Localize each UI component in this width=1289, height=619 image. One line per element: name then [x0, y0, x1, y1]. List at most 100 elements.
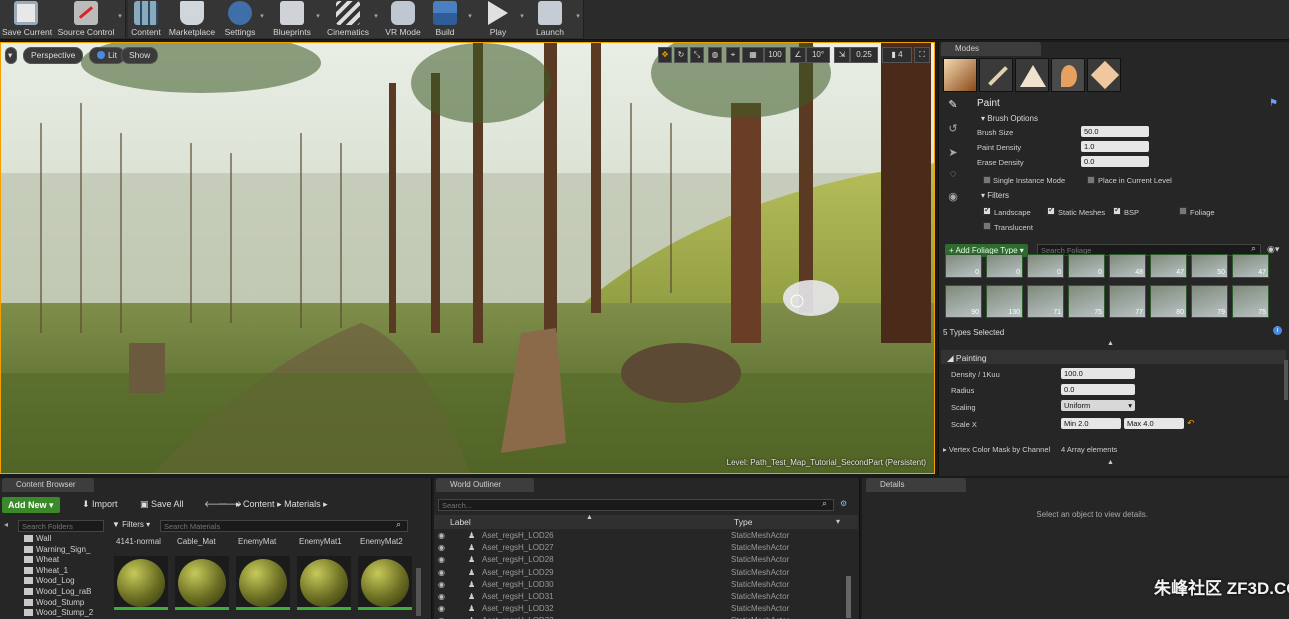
paint-pin-icon[interactable]: ⚑ [1269, 98, 1281, 110]
breadcrumb-materials[interactable]: Materials [284, 499, 321, 509]
scale-x-min-field[interactable]: Min 2.0 [1061, 418, 1121, 429]
foliage-type-thumbnail[interactable]: 75 [1068, 285, 1105, 318]
painting-section[interactable]: ◢ Painting [941, 350, 1286, 364]
single-instance-checkbox[interactable] [983, 176, 991, 184]
chevron-down-icon[interactable]: ▾ [836, 517, 840, 526]
info-icon[interactable]: i [1273, 326, 1282, 335]
foliage-type-thumbnail[interactable]: 0 [1068, 254, 1105, 278]
settings-dropdown-icon[interactable]: ▾ [258, 12, 266, 22]
foliage-type-thumbnail[interactable]: 0 [945, 254, 982, 278]
scale-snap-value[interactable]: 0.25 [850, 47, 878, 63]
settings-button[interactable]: Settings [222, 0, 258, 38]
cinematics-button[interactable]: Cinematics [324, 0, 372, 38]
translate-tool-icon[interactable]: ✥ [658, 47, 672, 63]
column-label[interactable]: Label [450, 517, 471, 527]
visibility-eye-icon[interactable]: ◉ [438, 615, 445, 619]
build-button[interactable]: Build [428, 0, 462, 38]
table-row[interactable]: ◉ ♟ Aset_regsH_LOD29 StaticMeshActor [434, 567, 844, 579]
save-current-button[interactable]: Save Current [2, 0, 52, 38]
collapse-up-icon[interactable]: ▲ [1107, 340, 1114, 347]
table-row[interactable]: ◉ ♟ Aset_regsH_LOD28 StaticMeshActor [434, 554, 844, 566]
world-local-icon[interactable]: ◍ [708, 47, 722, 63]
translucent-checkbox[interactable] [983, 222, 991, 230]
foliage-type-thumbnail[interactable]: 48 [1109, 254, 1146, 278]
launch-dropdown-icon[interactable]: ▾ [574, 12, 582, 22]
tab-content-browser[interactable]: Content Browser [2, 478, 94, 492]
visibility-eye-icon[interactable]: ◉ [438, 579, 445, 591]
bsp-checkbox[interactable] [1113, 205, 1121, 215]
foliage-type-thumbnail[interactable]: 47 [1150, 254, 1187, 278]
perspective-button[interactable]: Perspective [23, 47, 84, 64]
source-control-button[interactable]: Source Control [56, 0, 116, 38]
filters-button[interactable]: ▼ Filters ▾ [112, 520, 150, 529]
reset-arrow-icon[interactable]: ↶ [1187, 418, 1195, 429]
folder-item[interactable]: Warning_Sign_ [24, 545, 90, 554]
modes-scrollbar[interactable] [1284, 360, 1288, 400]
source-control-dropdown-icon[interactable]: ▾ [116, 12, 124, 22]
breadcrumb-content[interactable]: Content [243, 499, 275, 509]
reapply-tool-icon[interactable]: ↺ [945, 122, 961, 138]
table-row[interactable]: ◉ ♟ Aset_regsH_LOD30 StaticMeshActor [434, 579, 844, 591]
scale-x-max-field[interactable]: Max 4.0 [1124, 418, 1184, 429]
foliage-type-thumbnail[interactable]: 90 [945, 285, 982, 318]
foliage-type-thumbnail[interactable]: 0 [986, 254, 1023, 278]
foliage-icon[interactable] [1051, 58, 1085, 92]
column-type[interactable]: Type [734, 517, 752, 527]
static-meshes-checkbox[interactable] [1047, 205, 1055, 215]
outliner-options-icon[interactable]: ⚙ [840, 499, 847, 508]
place-mode-icon[interactable] [943, 58, 977, 92]
radius-field[interactable]: 0.0 [1061, 384, 1135, 395]
visibility-eye-icon[interactable]: ◉ [438, 530, 445, 542]
scaling-dropdown[interactable]: Uniform ▾ [1061, 400, 1135, 411]
launch-button[interactable]: Launch [530, 0, 570, 38]
table-row[interactable]: ◉ ♟ Aset_regsH_LOD31 StaticMeshActor [434, 591, 844, 603]
material-thumbnail[interactable] [297, 556, 351, 610]
foliage-type-thumbnail[interactable]: 79 [1191, 285, 1228, 318]
tab-modes[interactable]: Modes [941, 42, 1041, 56]
geometry-mode-icon[interactable] [1087, 58, 1121, 92]
density-field[interactable]: 100.0 [1061, 368, 1135, 379]
table-row[interactable]: ◉ ♟ Aset_regsH_LOD33 StaticMeshActor [434, 615, 844, 619]
visibility-eye-icon[interactable]: ◉ [438, 591, 445, 603]
import-button[interactable]: ⬇ Import [82, 499, 118, 510]
visibility-eye-icon[interactable]: ◉ [438, 567, 445, 579]
folder-item[interactable]: Wood_Stump_2 [24, 608, 93, 617]
visibility-eye-icon[interactable]: ◉ [438, 542, 445, 554]
folder-item[interactable]: Wall [24, 534, 51, 543]
cinematics-dropdown-icon[interactable]: ▾ [372, 12, 380, 22]
visibility-eye-icon[interactable]: ◉ [438, 603, 445, 615]
brush-options-header[interactable]: ▾ Brush Options [981, 114, 1038, 123]
material-thumbnail[interactable] [236, 556, 290, 610]
outliner-search-input[interactable] [438, 499, 834, 511]
camera-speed-button[interactable]: ▮ 4 [882, 47, 912, 63]
material-thumbnail[interactable] [358, 556, 412, 610]
folder-item[interactable]: Wood_Log_raB [24, 587, 91, 596]
folder-item[interactable]: Wood_Log [24, 576, 75, 585]
outliner-scrollbar[interactable] [846, 576, 851, 618]
maximize-viewport-icon[interactable]: ⛶ [914, 47, 930, 63]
scale-snap-icon[interactable]: ⇲ [834, 47, 850, 63]
viewport-options-button[interactable]: ▾ [5, 47, 17, 64]
play-button[interactable]: Play [480, 0, 516, 38]
marketplace-button[interactable]: Marketplace [166, 0, 218, 38]
play-dropdown-icon[interactable]: ▾ [518, 12, 526, 22]
visibility-eye-icon[interactable]: ◉ [438, 554, 445, 566]
search-folders-input[interactable] [18, 520, 104, 532]
foliage-checkbox[interactable] [1179, 207, 1187, 215]
paint-brush-icon[interactable] [979, 58, 1013, 92]
fill-tool-icon[interactable]: ◉ [945, 190, 961, 206]
rotation-snap-value[interactable]: 10° [806, 47, 830, 63]
scale-tool-icon[interactable]: ⤡ [690, 47, 704, 63]
folder-item[interactable]: Wood_Stump [24, 598, 84, 607]
grid-snap-value[interactable]: 100 [764, 47, 786, 63]
foliage-type-thumbnail[interactable]: 77 [1109, 285, 1146, 318]
tab-world-outliner[interactable]: World Outliner [436, 478, 534, 492]
lasso-tool-icon[interactable]: ◌ [945, 168, 961, 184]
grid-snap-icon[interactable]: ▦ [742, 47, 764, 63]
select-arrow-icon[interactable]: ➤ [945, 146, 961, 162]
select-tool-icon[interactable]: ✎ [945, 98, 961, 114]
foliage-type-thumbnail[interactable]: 0 [1027, 254, 1064, 278]
surface-snap-icon[interactable]: ⌖ [726, 47, 740, 63]
tab-details[interactable]: Details [866, 478, 966, 492]
show-button[interactable]: Show [121, 47, 159, 64]
